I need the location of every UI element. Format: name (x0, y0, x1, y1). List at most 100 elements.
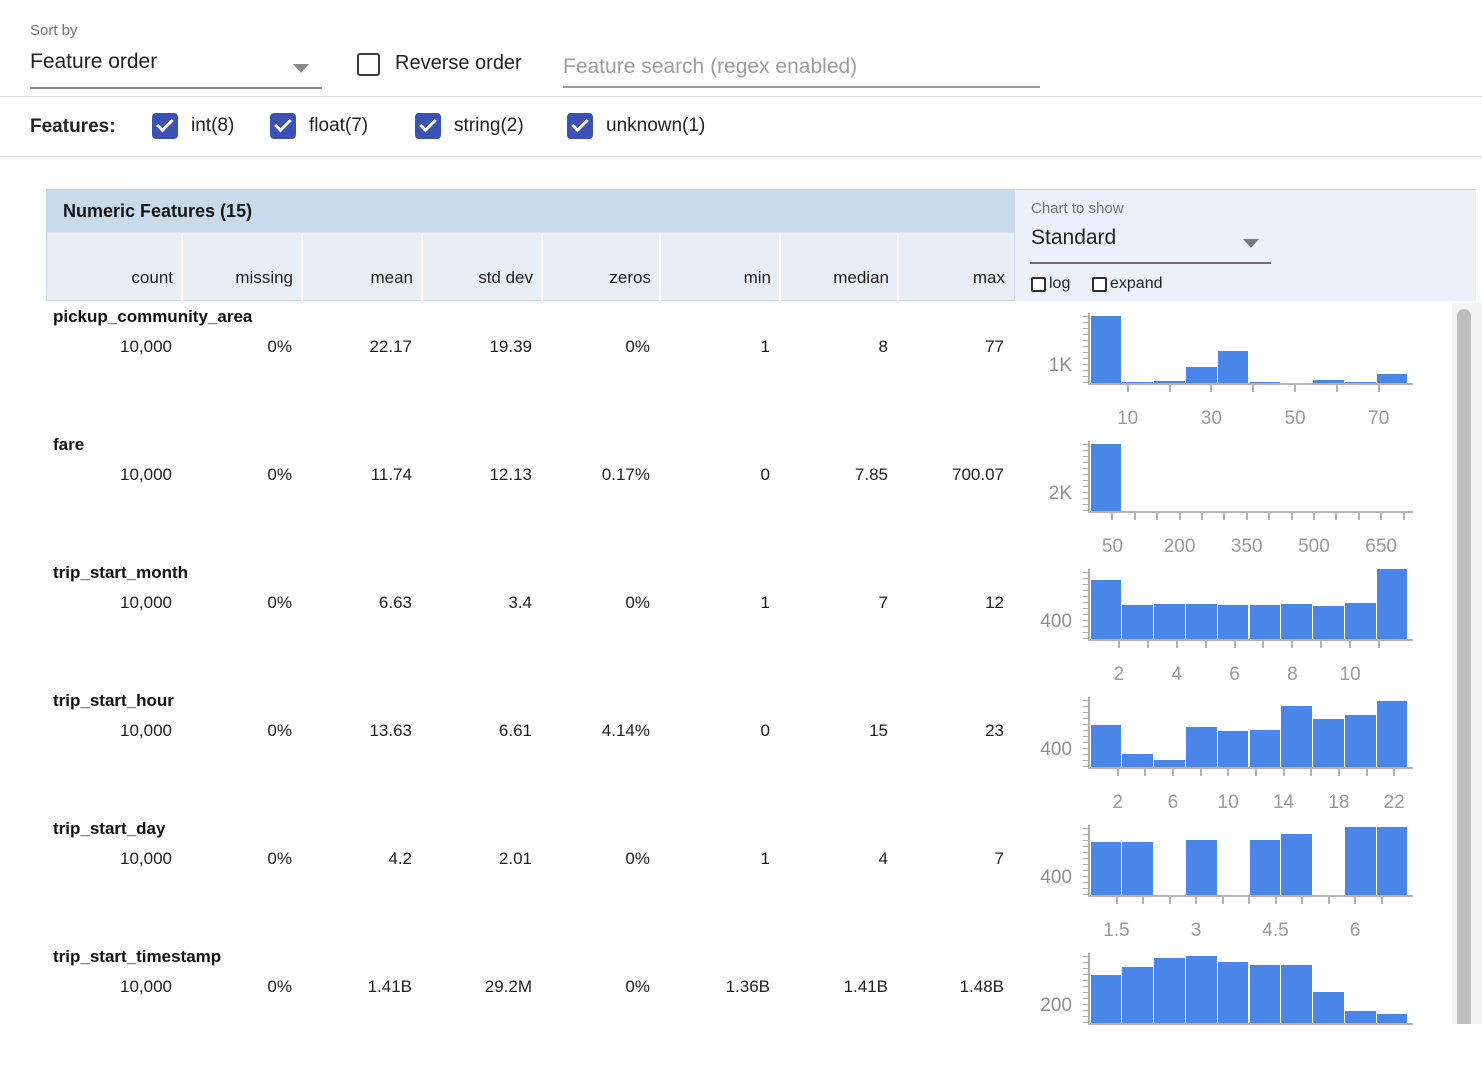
checked-checkbox[interactable] (270, 113, 296, 139)
x-axis-tick (1378, 641, 1380, 648)
histogram-bar[interactable] (1091, 316, 1122, 383)
x-axis-tick-label: 650 (1365, 536, 1397, 558)
histogram-bar[interactable] (1091, 580, 1122, 639)
stat-cell: 0% (540, 336, 658, 358)
feature-histogram[interactable]: 200 (1032, 951, 1466, 1073)
column-header: missing (181, 233, 301, 301)
checked-checkbox[interactable] (152, 113, 178, 139)
x-axis-tick-label: 1.5 (1103, 920, 1129, 942)
histogram-bar[interactable] (1218, 731, 1249, 767)
histogram-bar[interactable] (1281, 706, 1312, 767)
stat-cell: 3.4 (420, 592, 540, 614)
x-axis-tick (1172, 769, 1174, 776)
histogram-bar[interactable] (1250, 605, 1281, 639)
histogram-bar[interactable] (1250, 730, 1281, 767)
log-checkbox[interactable] (1031, 277, 1046, 292)
histogram-bar[interactable] (1377, 701, 1408, 767)
feature-histogram[interactable]: 400246810 (1032, 567, 1466, 689)
feature-search-input[interactable] (563, 48, 1040, 88)
feature-histogram[interactable]: 2K50200350500650 (1032, 439, 1466, 561)
y-axis-tick (1083, 620, 1088, 621)
x-axis-tick (1354, 897, 1356, 904)
stat-cell: 0% (540, 976, 658, 998)
histogram-plot[interactable] (1090, 953, 1408, 1023)
histogram-bar[interactable] (1186, 367, 1217, 383)
histogram-bar[interactable] (1091, 842, 1122, 895)
x-axis-tick-label: 6 (1229, 664, 1240, 686)
stat-cell: 13.63 (300, 720, 420, 742)
y-axis-tick (1083, 968, 1088, 969)
histogram-bar[interactable] (1218, 605, 1249, 639)
histogram-bar[interactable] (1313, 992, 1344, 1023)
histogram-bar[interactable] (1313, 719, 1344, 767)
histogram-bar[interactable] (1154, 604, 1185, 639)
histogram-bar[interactable] (1091, 975, 1122, 1023)
sort-by-select[interactable]: Feature order (30, 50, 322, 88)
feature-name: fare (53, 434, 84, 456)
histogram-bar[interactable] (1281, 965, 1312, 1023)
histogram-bar[interactable] (1154, 958, 1185, 1023)
feature-histogram[interactable]: 4001.534.56 (1032, 823, 1466, 945)
chart-type-select[interactable]: Standard (1031, 226, 1271, 260)
x-axis-tick (1195, 897, 1197, 904)
histogram-bar[interactable] (1345, 1011, 1376, 1023)
histogram-bar[interactable] (1218, 962, 1249, 1023)
expand-checkbox[interactable] (1092, 277, 1107, 292)
histogram-bar[interactable] (1377, 374, 1408, 383)
checked-checkbox[interactable] (415, 113, 441, 139)
y-axis-tick (1083, 364, 1088, 365)
feature-type-filter: string(2) (415, 113, 524, 139)
histogram-bar[interactable] (1250, 965, 1281, 1023)
histogram-bar[interactable] (1091, 444, 1122, 511)
histogram-bar[interactable] (1122, 754, 1153, 767)
histogram-bar[interactable] (1186, 840, 1217, 895)
histogram-bar[interactable] (1122, 842, 1153, 895)
histogram-bar[interactable] (1377, 1014, 1408, 1023)
stat-cell: 10,000 (46, 848, 180, 870)
reverse-order-checkbox[interactable] (357, 53, 380, 76)
histogram-bar[interactable] (1186, 727, 1217, 767)
checked-checkbox[interactable] (567, 113, 593, 139)
histogram-bar[interactable] (1281, 604, 1312, 639)
histogram-bar[interactable] (1345, 603, 1376, 639)
x-axis-tick-label: 10 (1117, 408, 1138, 430)
histogram-bar[interactable] (1186, 956, 1217, 1023)
histogram-plot[interactable]: 10305070 (1090, 313, 1408, 383)
histogram-bar[interactable] (1345, 827, 1376, 895)
histogram-bar[interactable] (1281, 834, 1312, 895)
histogram-plot[interactable]: 246810 (1090, 569, 1408, 639)
histogram-bar[interactable] (1186, 604, 1217, 639)
y-axis-tick (1083, 346, 1088, 347)
histogram-bar[interactable] (1122, 967, 1153, 1023)
stat-cell: 10,000 (46, 592, 180, 614)
y-axis-tick (1083, 572, 1088, 573)
histogram-plot[interactable]: 2610141822 (1090, 697, 1408, 767)
y-axis-tick (1083, 370, 1088, 371)
histogram-bar[interactable] (1154, 760, 1185, 767)
stat-cell: 1.48B (896, 976, 1012, 998)
histogram-bar[interactable] (1091, 725, 1122, 767)
x-axis-tick (1328, 897, 1330, 904)
stat-cell: 4.14% (540, 720, 658, 742)
feature-histogram[interactable]: 4002610141822 (1032, 695, 1466, 817)
histogram-plot[interactable]: 50200350500650 (1090, 441, 1408, 511)
histogram-plot[interactable]: 1.534.56 (1090, 825, 1408, 895)
y-axis-tick (1083, 462, 1088, 463)
vertical-scrollbar[interactable] (1452, 303, 1482, 1024)
histogram-bar[interactable] (1218, 351, 1249, 383)
feature-histogram[interactable]: 1K10305070 (1032, 311, 1466, 433)
histogram-bar[interactable] (1377, 827, 1408, 895)
y-axis-tick (1083, 316, 1088, 317)
histogram-bar[interactable] (1313, 606, 1344, 639)
feature-type-filter: float(7) (270, 113, 368, 139)
x-axis-tick (1156, 513, 1158, 520)
features-divider (0, 156, 1482, 157)
histogram-bar[interactable] (1122, 605, 1153, 639)
sort-by-underline (30, 87, 322, 89)
x-axis-tick (1142, 897, 1144, 904)
y-axis-tick (1083, 956, 1088, 957)
histogram-bar[interactable] (1250, 840, 1281, 895)
histogram-bar[interactable] (1345, 715, 1376, 767)
histogram-bar[interactable] (1377, 569, 1408, 639)
scrollbar-thumb[interactable] (1457, 309, 1471, 1024)
